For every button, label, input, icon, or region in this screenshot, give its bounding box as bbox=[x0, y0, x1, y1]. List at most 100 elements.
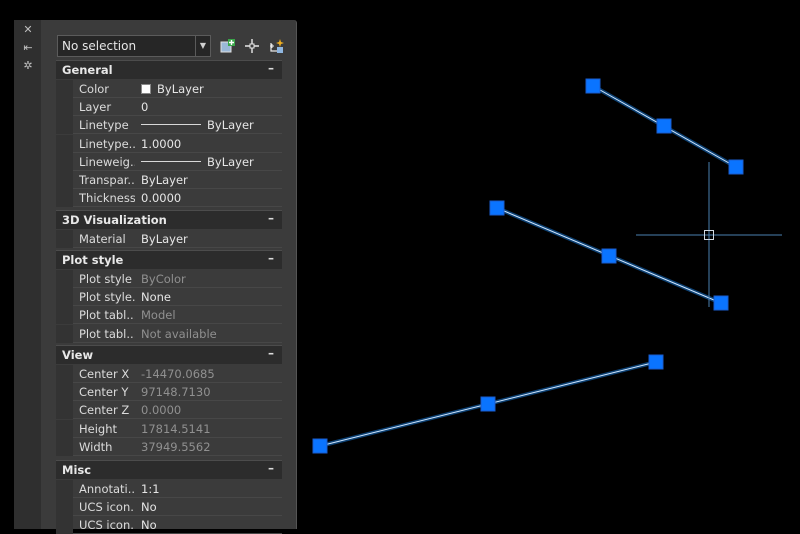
row-divider bbox=[73, 341, 282, 343]
collapse-icon[interactable]: – bbox=[268, 61, 274, 75]
property-value-wrap[interactable]: ByLayer bbox=[141, 118, 254, 132]
selection-dropdown[interactable]: No selection ▼ bbox=[57, 35, 211, 57]
property-row[interactable]: Annotati... 1:1 bbox=[56, 480, 282, 498]
property-row[interactable]: Plot style ByColor bbox=[56, 270, 282, 288]
property-row[interactable]: Color ByLayer bbox=[56, 80, 282, 98]
property-row[interactable]: Center X -14470.0685 bbox=[56, 365, 282, 383]
palette-titlebar[interactable]: ✕ ⇤ ✲ bbox=[14, 20, 41, 529]
property-value: ByLayer bbox=[141, 173, 188, 187]
property-row[interactable]: Thickness 0.0000 bbox=[56, 189, 282, 208]
property-value-wrap[interactable]: 37949.5562 bbox=[141, 440, 211, 454]
row-gutter bbox=[56, 80, 73, 98]
toggle-pickadd-icon[interactable] bbox=[219, 37, 237, 55]
property-value-wrap[interactable]: ByLayer bbox=[141, 82, 204, 96]
property-row[interactable]: UCS icon... No bbox=[56, 516, 282, 534]
property-value-wrap[interactable]: 0.0000 bbox=[141, 191, 181, 205]
collapse-icon[interactable]: – bbox=[268, 346, 274, 360]
endpoint-grip[interactable] bbox=[728, 159, 744, 175]
midpoint-grip[interactable] bbox=[601, 248, 617, 264]
property-value-wrap[interactable]: Not available bbox=[141, 327, 217, 341]
endpoint-grip[interactable] bbox=[489, 200, 505, 216]
property-name: Plot style bbox=[79, 272, 132, 286]
row-gutter bbox=[56, 401, 73, 420]
property-row[interactable]: Center Z 0.0000 bbox=[56, 401, 282, 420]
property-value-wrap[interactable]: ByLayer bbox=[141, 155, 254, 169]
property-value-wrap[interactable]: No bbox=[141, 500, 157, 514]
line-2[interactable] bbox=[489, 200, 729, 311]
collapse-icon[interactable]: – bbox=[268, 461, 274, 475]
quick-select-icon[interactable] bbox=[267, 37, 285, 55]
chevron-down-icon[interactable]: ▼ bbox=[195, 36, 210, 56]
property-name: Width bbox=[79, 439, 113, 454]
property-row[interactable]: UCS icon... No bbox=[56, 498, 282, 517]
property-name: Lineweig... bbox=[79, 154, 135, 169]
row-gutter bbox=[56, 306, 73, 325]
property-value: ByLayer bbox=[207, 154, 254, 169]
property-name: Linetype... bbox=[79, 136, 135, 151]
collapse-icon[interactable]: – bbox=[268, 211, 274, 225]
property-value-wrap[interactable]: -14470.0685 bbox=[141, 367, 215, 381]
property-row[interactable]: Linetype ByLayer bbox=[56, 116, 282, 135]
property-name: Plot style... bbox=[79, 290, 135, 305]
endpoint-grip[interactable] bbox=[312, 438, 328, 454]
section-header-3d-visualization[interactable]: 3D Visualization – bbox=[56, 210, 282, 229]
property-name: Height bbox=[79, 421, 118, 436]
property-value: 97148.7130 bbox=[141, 385, 211, 400]
auto-hide-icon[interactable]: ⇤ bbox=[20, 41, 36, 55]
property-row[interactable]: Plot tabl... Model bbox=[56, 306, 282, 325]
section-header-view[interactable]: View – bbox=[56, 345, 282, 364]
section-header-misc[interactable]: Misc – bbox=[56, 460, 282, 479]
endpoint-grip[interactable] bbox=[713, 295, 729, 311]
property-row[interactable]: Layer 0 bbox=[56, 98, 282, 117]
midpoint-grip[interactable] bbox=[480, 396, 496, 412]
close-icon[interactable]: ✕ bbox=[20, 23, 36, 37]
property-row[interactable]: Transpar... ByLayer bbox=[56, 171, 282, 189]
row-gutter bbox=[56, 498, 73, 517]
property-row[interactable]: Plot tabl... Not available bbox=[56, 324, 282, 343]
row-gutter bbox=[56, 270, 73, 288]
property-value: Not available bbox=[141, 326, 217, 341]
property-value-wrap[interactable]: Model bbox=[141, 308, 176, 322]
property-row[interactable]: Width 37949.5562 bbox=[56, 437, 282, 456]
crosshair-cursor bbox=[636, 162, 782, 307]
property-row[interactable]: Height 17814.5141 bbox=[56, 419, 282, 438]
property-row[interactable]: Lineweig... ByLayer bbox=[56, 152, 282, 171]
section-header-general[interactable]: General – bbox=[56, 60, 282, 79]
property-value: 37949.5562 bbox=[141, 439, 211, 454]
property-value-wrap[interactable]: No bbox=[141, 518, 157, 532]
property-value-wrap[interactable]: 0.0000 bbox=[141, 403, 181, 417]
property-name: Center Z bbox=[79, 403, 130, 418]
properties-settings-icon[interactable]: ✲ bbox=[20, 59, 36, 73]
property-row[interactable]: Center Y 97148.7130 bbox=[56, 383, 282, 402]
section-title: View bbox=[62, 348, 94, 362]
property-value-wrap[interactable]: 97148.7130 bbox=[141, 385, 211, 399]
property-name: Annotati... bbox=[79, 482, 135, 496]
property-value: No bbox=[141, 518, 157, 533]
property-row[interactable]: Material ByLayer bbox=[56, 230, 282, 248]
line-3[interactable] bbox=[312, 354, 664, 454]
property-value: ByColor bbox=[141, 272, 186, 286]
select-objects-icon[interactable] bbox=[243, 37, 261, 55]
property-value-wrap[interactable]: 1:1 bbox=[141, 482, 160, 496]
property-value-wrap[interactable]: ByLayer bbox=[141, 173, 188, 187]
property-value-wrap[interactable]: 0 bbox=[141, 100, 148, 114]
property-value: 0 bbox=[141, 100, 149, 115]
endpoint-grip[interactable] bbox=[648, 354, 664, 370]
property-value: Model bbox=[141, 308, 176, 323]
property-name: Plot tabl... bbox=[79, 308, 135, 323]
section-header-plot-style[interactable]: Plot style – bbox=[56, 250, 282, 269]
property-row[interactable]: Plot style... None bbox=[56, 288, 282, 307]
linetype-preview-icon bbox=[141, 124, 201, 126]
endpoint-grip[interactable] bbox=[585, 78, 601, 94]
property-value-wrap[interactable]: ByLayer bbox=[141, 232, 188, 246]
line-1[interactable] bbox=[585, 78, 744, 175]
collapse-icon[interactable]: – bbox=[268, 251, 274, 265]
property-value-wrap[interactable]: ByColor bbox=[141, 272, 186, 286]
property-value-wrap[interactable]: 1.0000 bbox=[141, 137, 181, 151]
section-title: Plot style bbox=[62, 253, 124, 267]
property-value-wrap[interactable]: None bbox=[141, 290, 171, 304]
midpoint-grip[interactable] bbox=[656, 118, 672, 134]
palette-content: No selection ▼ General – Color ByLayer Layer… bbox=[55, 20, 296, 534]
property-row[interactable]: Linetype... 1.0000 bbox=[56, 134, 282, 153]
property-value-wrap[interactable]: 17814.5141 bbox=[141, 422, 211, 436]
